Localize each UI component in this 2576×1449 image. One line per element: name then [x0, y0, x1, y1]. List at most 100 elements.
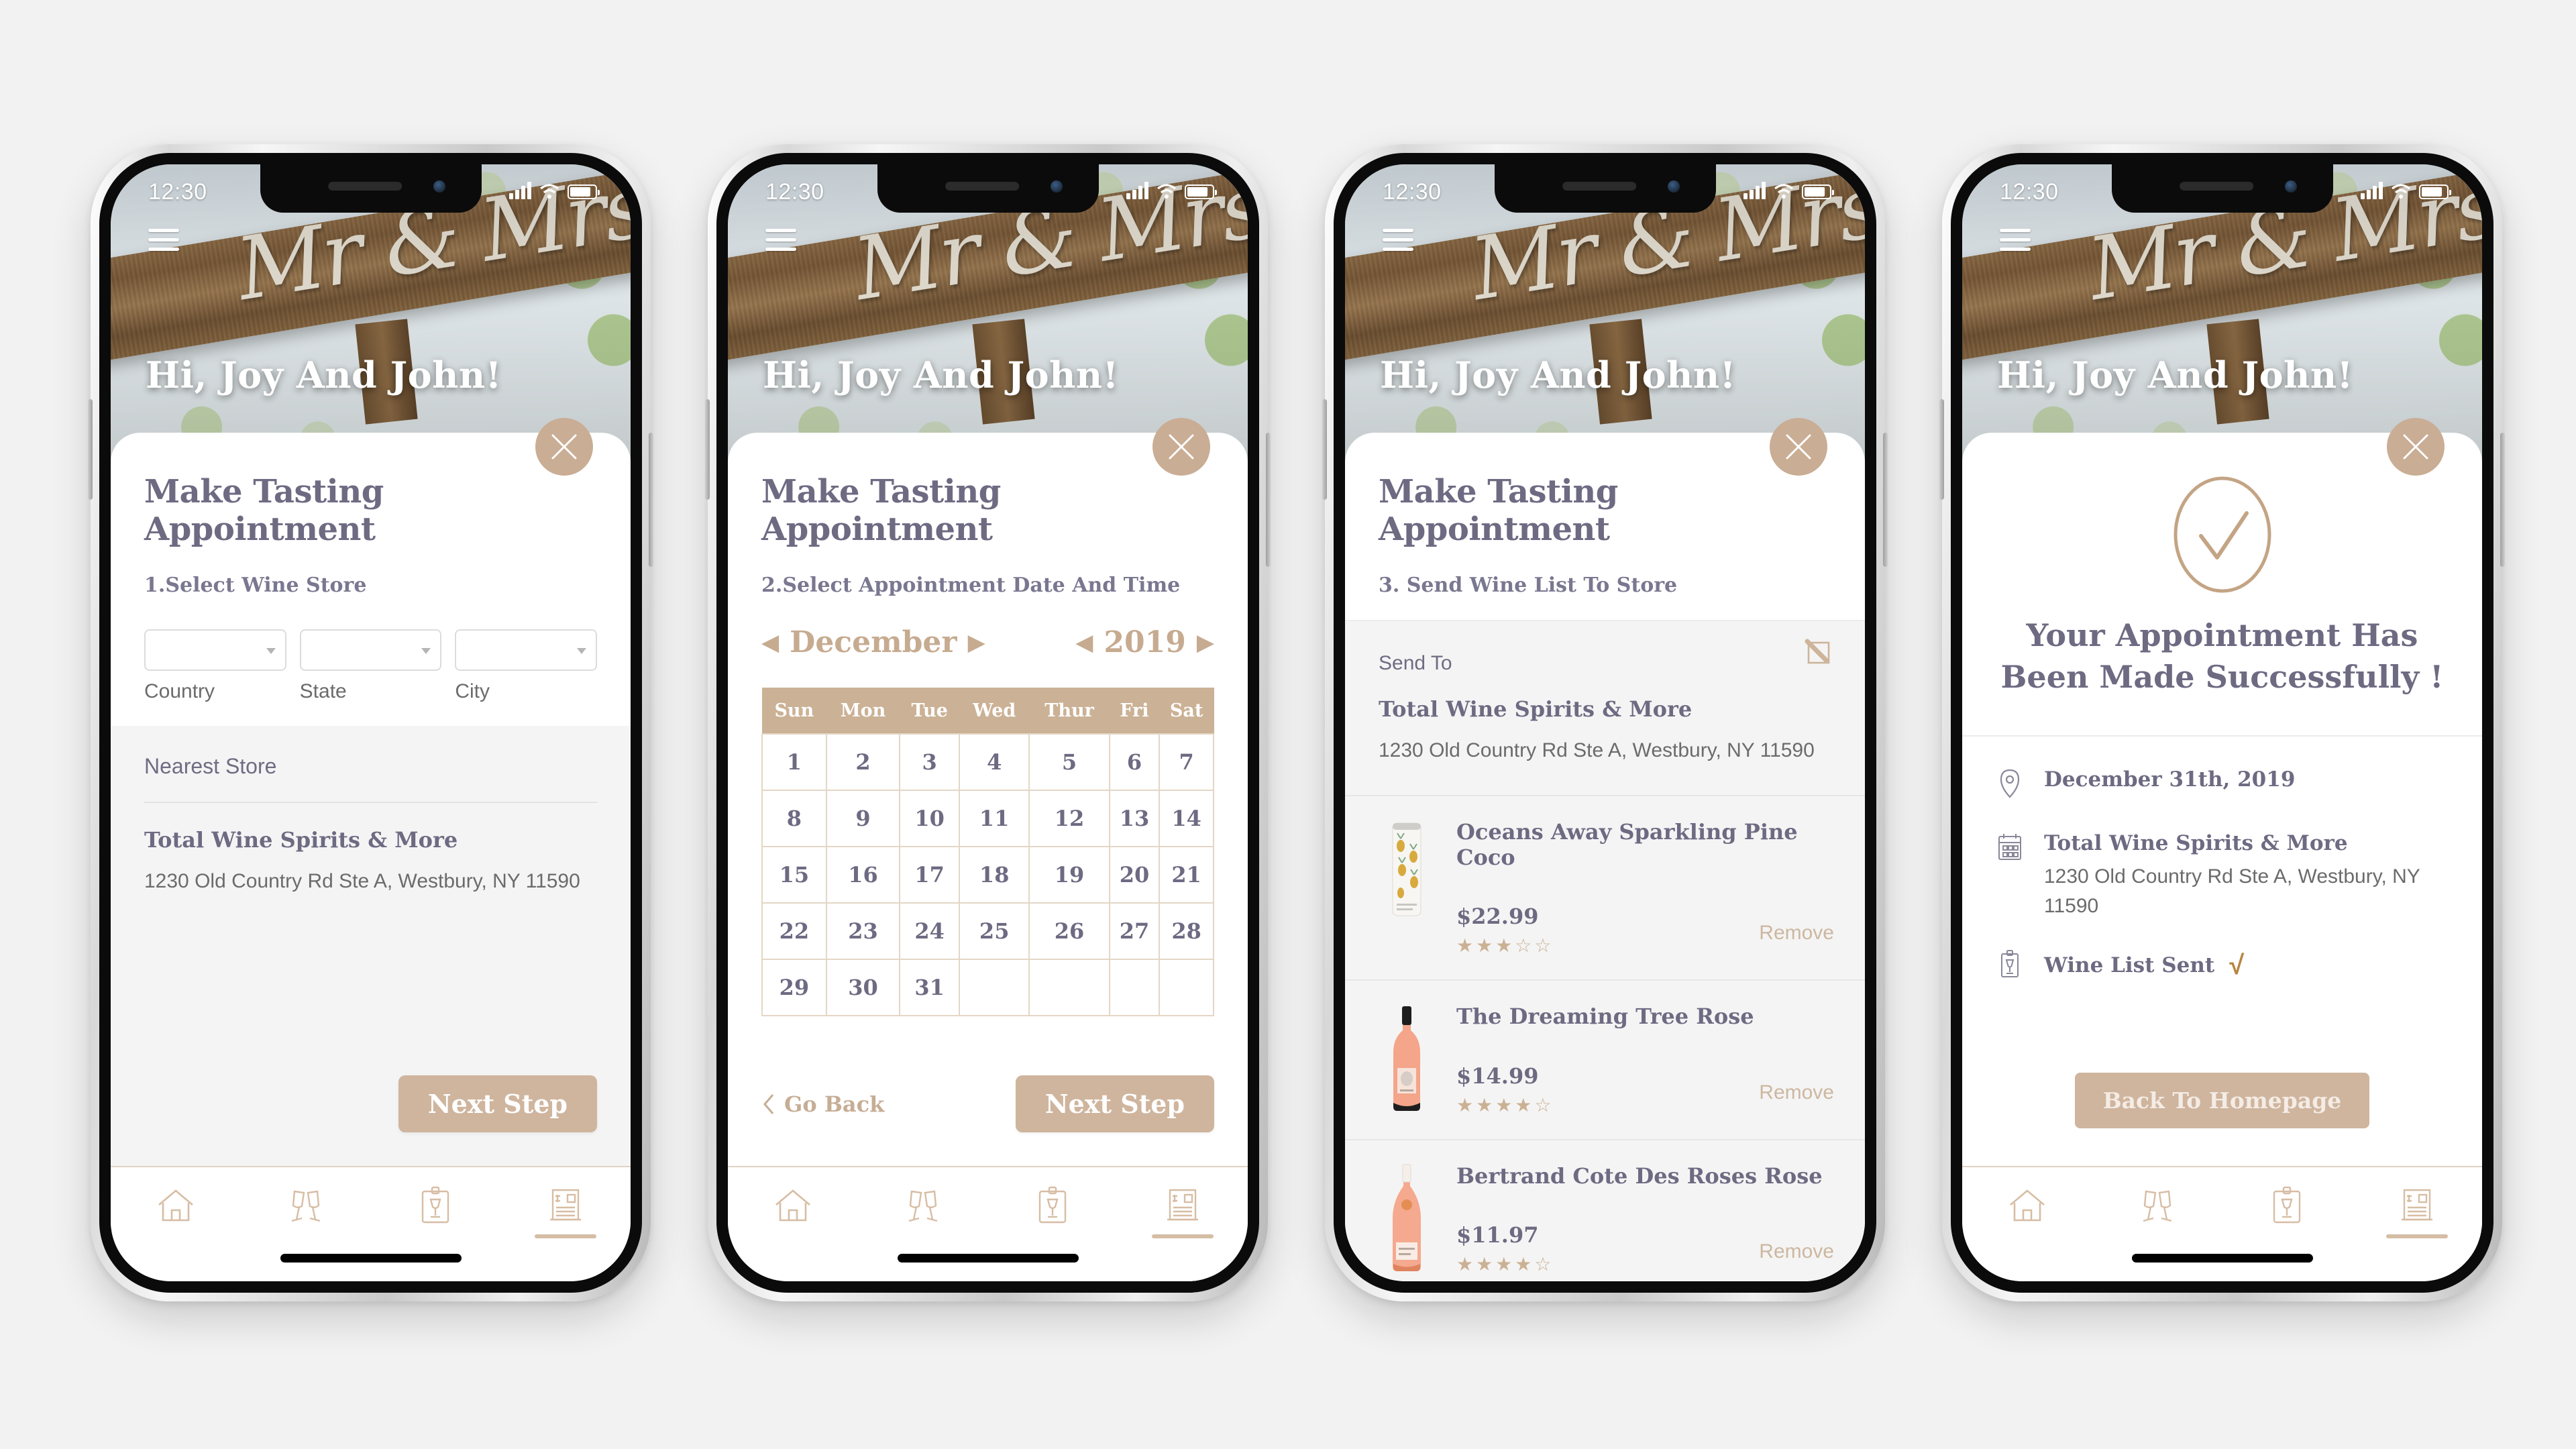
remove-button[interactable]: Remove [1759, 1240, 1834, 1263]
wine-clipboard-icon [1996, 947, 2027, 984]
next-year-icon[interactable]: ▶ [1197, 629, 1214, 656]
calendar-day[interactable]: 25 [959, 902, 1030, 960]
calendar-day[interactable]: 11 [959, 790, 1030, 847]
store-name: Total Wine Spirits & More [1379, 696, 1693, 722]
power-button[interactable] [2500, 433, 2505, 567]
nav-wine-list[interactable] [1012, 1183, 1093, 1238]
volume-button[interactable] [705, 399, 710, 500]
wine-name[interactable]: Bertrand Cote Des Roses Rose [1456, 1163, 1834, 1189]
wine-list: Oceans Away Sparkling Pine Coco $22.99 ★… [1345, 794, 1865, 1281]
calendar-day[interactable]: 29 [761, 959, 827, 1016]
calendar-day[interactable]: 19 [1028, 846, 1110, 904]
country-select[interactable] [144, 629, 286, 671]
calendar-day[interactable]: 9 [825, 790, 901, 847]
back-to-homepage-button[interactable]: Back To Homepage [2074, 1073, 2370, 1128]
wine-name[interactable]: The Dreaming Tree Rose [1456, 1004, 1834, 1029]
calendar-day[interactable]: 8 [761, 790, 827, 847]
home-indicator[interactable] [897, 1254, 1079, 1263]
volume-button[interactable] [1939, 399, 1944, 500]
calendar-day[interactable]: 18 [959, 846, 1030, 904]
nav-tasting[interactable] [2117, 1183, 2198, 1238]
calendar-day[interactable]: 12 [1028, 790, 1110, 847]
state-select[interactable] [299, 629, 442, 671]
calendar-day[interactable]: 31 [899, 959, 961, 1016]
calendar-day[interactable]: 10 [899, 790, 961, 847]
volume-button[interactable] [1322, 399, 1327, 500]
next-month-icon[interactable]: ▶ [968, 629, 985, 656]
hamburger-menu-icon[interactable] [765, 229, 796, 251]
calendar-day[interactable]: 17 [899, 846, 961, 904]
hamburger-menu-icon[interactable] [148, 229, 179, 251]
cheers-glasses-icon [291, 1190, 320, 1222]
close-icon[interactable] [535, 418, 593, 476]
calendar-day[interactable]: 27 [1108, 902, 1161, 960]
home-indicator[interactable] [280, 1254, 462, 1263]
power-button[interactable] [1266, 433, 1271, 567]
calendar-day[interactable]: 3 [899, 733, 961, 791]
calendar-day[interactable]: 23 [825, 902, 901, 960]
nav-wine-list[interactable] [2247, 1183, 2327, 1238]
calendar-day-empty [1028, 959, 1110, 1016]
nav-tasting[interactable] [883, 1183, 963, 1238]
next-step-button[interactable]: Next Step [398, 1075, 597, 1132]
step-label: 1.Select Wine Store [144, 574, 367, 597]
wine-name[interactable]: Oceans Away Sparkling Pine Coco [1456, 819, 1834, 871]
appointment-sheet: Make Tasting Appointment 3. Send Wine Li… [1345, 433, 1865, 1281]
prev-month-icon[interactable]: ◀ [761, 629, 779, 656]
cheers-glasses-icon [908, 1190, 937, 1222]
calendar-day[interactable]: 21 [1159, 846, 1214, 904]
calendar-day[interactable]: 28 [1159, 902, 1214, 960]
nav-home[interactable] [136, 1183, 216, 1238]
calendar-day[interactable]: 20 [1108, 846, 1161, 904]
power-button[interactable] [1883, 433, 1888, 567]
store-name[interactable]: Total Wine Spirits & More [111, 803, 631, 853]
calendar-day[interactable]: 24 [899, 902, 961, 960]
status-bar: 12:30 [1345, 164, 1865, 222]
calendar-day[interactable]: 26 [1028, 902, 1110, 960]
weekday-tue: Tue [899, 688, 960, 735]
home-indicator[interactable] [2131, 1254, 2313, 1263]
greeting-text: Hi, Joy And John! [146, 354, 502, 396]
close-icon[interactable] [1152, 418, 1210, 476]
nav-billing[interactable] [525, 1183, 606, 1238]
close-icon[interactable] [1770, 418, 1827, 476]
close-icon[interactable] [2387, 418, 2445, 476]
calendar-day[interactable]: 5 [1028, 733, 1110, 791]
calendar-day[interactable]: 16 [825, 846, 901, 904]
go-back-button[interactable]: Go Back [761, 1091, 884, 1117]
nav-billing[interactable] [1142, 1183, 1223, 1238]
remove-button[interactable]: Remove [1759, 922, 1834, 945]
calendar-day[interactable]: 14 [1159, 790, 1214, 847]
nav-home[interactable] [753, 1183, 833, 1238]
city-select[interactable] [455, 629, 598, 671]
remove-button[interactable]: Remove [1759, 1081, 1834, 1104]
calendar-day[interactable]: 6 [1108, 733, 1161, 791]
wine-list-item: Bertrand Cote Des Roses Rose $11.97 ★★★★… [1345, 1138, 1865, 1281]
prev-year-icon[interactable]: ◀ [1075, 629, 1093, 656]
detail-row-date: December 31th, 2019 [1996, 766, 2449, 803]
nav-billing[interactable] [2377, 1183, 2457, 1238]
calendar-day[interactable]: 22 [761, 902, 827, 960]
next-step-button[interactable]: Next Step [1015, 1075, 1214, 1132]
volume-button[interactable] [88, 399, 93, 500]
calendar-day[interactable]: 7 [1159, 733, 1214, 791]
hamburger-menu-icon[interactable] [2000, 229, 2031, 251]
calendar-day[interactable]: 1 [761, 733, 827, 791]
edit-pencil-icon[interactable] [1803, 637, 1834, 668]
phone-mockup-4: Mr & Mrs 12:30 Hi, Joy And John! [1939, 144, 2505, 1301]
calendar-day[interactable]: 15 [761, 846, 827, 904]
battery-icon [1185, 184, 1217, 199]
nav-home[interactable] [1987, 1183, 2068, 1238]
calendar-day[interactable]: 2 [825, 733, 901, 791]
calendar-year: 2019 [1104, 625, 1186, 659]
calendar-day[interactable]: 13 [1108, 790, 1161, 847]
hamburger-menu-icon[interactable] [1383, 229, 1413, 251]
calendar-icon [1996, 830, 2027, 867]
calendar-day[interactable]: 4 [959, 733, 1030, 791]
weekday-mon: Mon [826, 688, 900, 735]
calendar-day[interactable]: 30 [825, 959, 901, 1016]
nav-tasting[interactable] [266, 1183, 346, 1238]
power-button[interactable] [649, 433, 653, 567]
wifi-icon [539, 183, 559, 199]
nav-wine-list[interactable] [395, 1183, 476, 1238]
